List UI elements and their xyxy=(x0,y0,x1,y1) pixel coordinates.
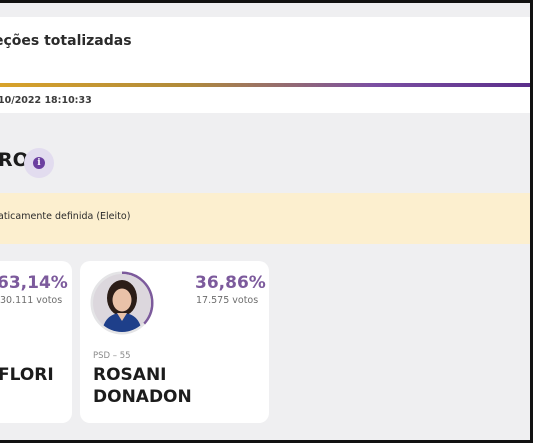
last-update-timestamp: 10/2022 18:10:33 xyxy=(0,95,92,106)
result-notice-text: aticamente definida (Eleito) xyxy=(0,211,131,222)
candidate-card[interactable]: 63,14% 30.111 votos FLORI xyxy=(0,261,72,423)
update-strip: 10/2022 18:10:33 xyxy=(0,87,530,113)
person-portrait-icon xyxy=(93,274,151,332)
candidate-name: FLORI xyxy=(0,365,54,385)
candidate-percent: 36,86% xyxy=(195,273,266,293)
summary-card: eções totalizadas xyxy=(0,17,530,87)
candidate-votes: 30.111 votos xyxy=(0,295,63,306)
candidate-name-first: ROSANI xyxy=(93,365,167,385)
result-notice: aticamente definida (Eleito) xyxy=(0,193,530,244)
candidate-percent: 63,14% xyxy=(0,273,68,293)
results-page: eções totalizadas 10/2022 18:10:33 RO i … xyxy=(0,0,533,443)
candidate-name-last: DONADON xyxy=(93,387,192,407)
sections-totalized-label: eções totalizadas xyxy=(0,33,132,49)
candidate-card[interactable]: 36,86% 17.575 votos PSD – 55 ROSANI DONA… xyxy=(80,261,269,423)
candidate-votes: 17.575 votos xyxy=(196,295,259,306)
candidate-avatar xyxy=(90,271,154,335)
candidate-party: PSD – 55 xyxy=(93,351,131,361)
info-icon[interactable]: i xyxy=(24,148,54,178)
